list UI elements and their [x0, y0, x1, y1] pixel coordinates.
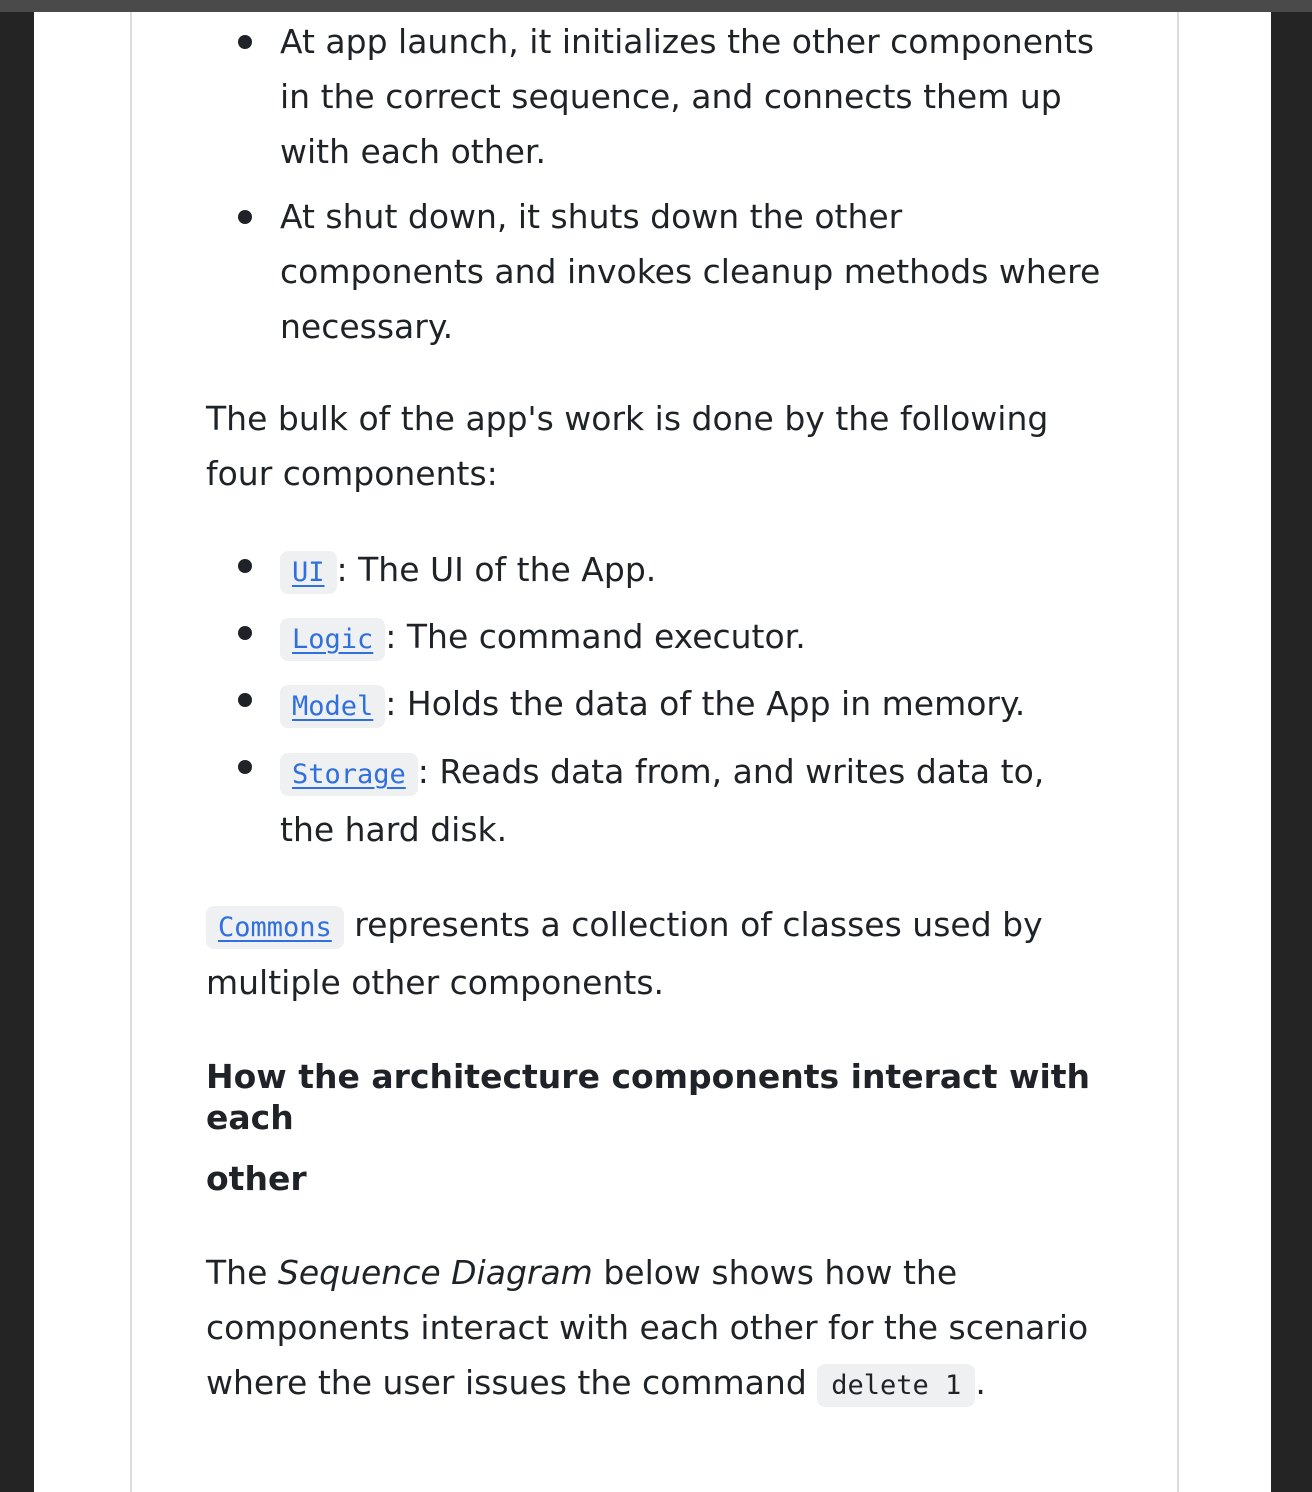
component-description: : The command executor.: [385, 617, 806, 656]
section-heading: How the architecture components interact…: [206, 1056, 1106, 1199]
commons-link[interactable]: Commons: [206, 906, 344, 949]
list-item: At shut down, it shuts down the other co…: [238, 189, 1106, 354]
sequence-prefix: The: [206, 1253, 278, 1292]
storage-link[interactable]: Storage: [280, 753, 418, 796]
left-margin: [0, 12, 34, 1492]
list-item: At app launch, it initializes the other …: [238, 14, 1106, 179]
bullet-icon: [238, 210, 252, 224]
component-description: : The UI of the App.: [336, 550, 657, 589]
heading-line: How the architecture components interact…: [206, 1057, 1091, 1137]
component-item-logic: Logic: The command executor.: [238, 605, 1106, 672]
document-content: At app launch, it initializes the other …: [206, 12, 1106, 1413]
sequence-emphasis: Sequence Diagram: [277, 1253, 593, 1292]
model-link[interactable]: Model: [280, 685, 386, 728]
right-margin: [1271, 12, 1312, 1492]
component-item-ui: UI: The UI of the App.: [238, 538, 1106, 605]
commons-paragraph: Commons represents a collection of class…: [206, 897, 1106, 1010]
logic-link[interactable]: Logic: [280, 618, 386, 661]
document-page: At app launch, it initializes the other …: [34, 12, 1271, 1492]
list-item-text: At shut down, it shuts down the other co…: [280, 197, 1101, 346]
component-item-storage: Storage: Reads data from, and writes dat…: [238, 739, 1106, 857]
bullet-icon: [238, 35, 252, 49]
launch-shutdown-list: At app launch, it initializes the other …: [206, 12, 1106, 354]
left-border-line: [130, 12, 132, 1492]
sequence-suffix: .: [975, 1363, 986, 1402]
sequence-paragraph: The Sequence Diagram below shows how the…: [206, 1245, 1106, 1413]
bullet-icon: [238, 760, 252, 774]
bullet-icon: [238, 626, 252, 640]
right-border-line: [1177, 12, 1179, 1492]
list-item-text: At app launch, it initializes the other …: [280, 22, 1095, 171]
bulk-paragraph: The bulk of the app's work is done by th…: [206, 399, 1049, 493]
ui-link[interactable]: UI: [280, 551, 337, 594]
bullet-icon: [238, 693, 252, 707]
bullet-icon: [238, 559, 252, 573]
component-item-model: Model: Holds the data of the App in memo…: [238, 672, 1106, 739]
components-list: UI: The UI of the App. Logic: The comman…: [206, 538, 1106, 857]
window-top-bar: [0, 0, 1312, 12]
command-code: delete 1: [817, 1364, 976, 1407]
heading-line: other: [206, 1159, 307, 1198]
component-description: : Holds the data of the App in memory.: [385, 684, 1026, 723]
